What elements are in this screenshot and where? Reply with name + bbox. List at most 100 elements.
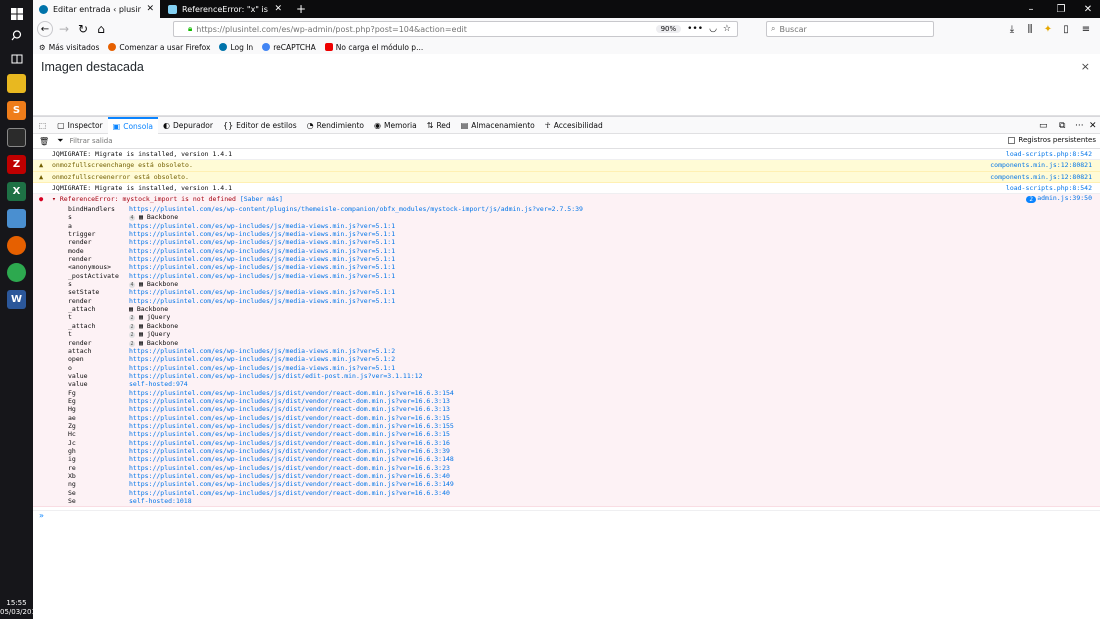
search-box[interactable]: ⌕ Buscar bbox=[766, 21, 934, 37]
stack-frame[interactable]: t 2 ▦ jQuery bbox=[68, 313, 583, 322]
frame-group[interactable]: ▦ Backbone bbox=[129, 305, 168, 313]
frame-location-link[interactable]: https://plusintel.com/es/wp-includes/js/… bbox=[129, 297, 395, 305]
filter-input[interactable] bbox=[69, 137, 370, 145]
frame-group[interactable]: 2 ▦ jQuery bbox=[129, 313, 170, 322]
sublime-text-icon[interactable]: S bbox=[7, 101, 26, 120]
frame-group[interactable]: 2 ▦ Backbone bbox=[129, 339, 178, 347]
new-tab-button[interactable]: + bbox=[291, 0, 311, 18]
extension-icon[interactable]: ✦ bbox=[1041, 21, 1055, 37]
error-source-link[interactable]: admin.js:39:50 bbox=[1037, 194, 1092, 202]
tab-editar-entrada[interactable]: Editar entrada ‹ plusintel — Wo ✕ bbox=[33, 0, 160, 18]
back-button[interactable]: ← bbox=[37, 21, 53, 37]
frame-location-link[interactable]: https://plusintel.com/es/wp-includes/js/… bbox=[129, 422, 454, 430]
frame-location-link[interactable]: https://plusintel.com/es/wp-includes/js/… bbox=[129, 272, 395, 280]
tab-depurador[interactable]: ◐ Depurador bbox=[158, 117, 218, 134]
stack-frame[interactable]: s 4 ▦ Backbone bbox=[68, 280, 583, 289]
stack-frame[interactable]: ig https://plusintel.com/es/wp-includes/j… bbox=[68, 455, 583, 463]
stack-frame[interactable]: Zg https://plusintel.com/es/wp-includes/j… bbox=[68, 422, 583, 430]
library-icon[interactable]: ⫼ bbox=[1023, 21, 1037, 37]
frame-group[interactable]: 2 ▦ jQuery bbox=[129, 330, 170, 339]
console-warning[interactable]: ▲ onmozfullscreenerror está obsoleto. co… bbox=[33, 171, 1100, 183]
forward-button[interactable]: → bbox=[56, 21, 72, 37]
frame-location-link[interactable]: https://plusintel.com/es/wp-includes/js/… bbox=[129, 355, 395, 363]
stack-frame[interactable]: _attach 2 ▦ Backbone bbox=[68, 322, 583, 330]
frame-location-link[interactable]: https://plusintel.com/es/wp-includes/js/… bbox=[129, 347, 395, 355]
chrome-icon[interactable] bbox=[7, 263, 26, 282]
frame-group[interactable]: 4 ▦ Backbone bbox=[129, 280, 178, 289]
tab-memoria[interactable]: ◉ Memoria bbox=[369, 117, 422, 134]
stack-frame[interactable]: attach https://plusintel.com/es/wp-includ… bbox=[68, 347, 583, 355]
word-icon[interactable]: W bbox=[7, 290, 26, 309]
sidebar-icon[interactable]: ▯ bbox=[1059, 21, 1073, 37]
stack-frame[interactable]: value self-hosted:974 bbox=[68, 380, 583, 388]
console-input[interactable]: » bbox=[33, 510, 1100, 522]
lock-icon[interactable]: 🔒︎ bbox=[188, 24, 192, 34]
frame-location-link[interactable]: https://plusintel.com/es/wp-includes/js/… bbox=[129, 480, 454, 488]
close-devtools-icon[interactable]: ✕ bbox=[1089, 117, 1097, 134]
frame-location-link[interactable]: https://plusintel.com/es/wp-includes/js/… bbox=[129, 364, 395, 372]
stack-frame[interactable]: Fg https://plusintel.com/es/wp-includes/j… bbox=[68, 389, 583, 397]
frame-location-link[interactable]: https://plusintel.com/es/wp-includes/js/… bbox=[129, 472, 450, 480]
stack-frame[interactable]: <anonymous> https://plusintel.com/es/wp-i… bbox=[68, 263, 583, 271]
frame-location-link[interactable]: https://plusintel.com/es/wp-includes/js/… bbox=[129, 455, 454, 463]
windows-start-icon[interactable] bbox=[7, 4, 26, 23]
firefox-icon[interactable] bbox=[7, 236, 26, 255]
frame-location-link[interactable]: https://plusintel.com/es/wp-includes/js/… bbox=[129, 222, 395, 230]
stack-frame[interactable]: Jc https://plusintel.com/es/wp-includes/j… bbox=[68, 439, 583, 447]
trash-icon[interactable]: 🗑︎ bbox=[39, 137, 49, 146]
stack-frame[interactable]: render https://plusintel.com/es/wp-includ… bbox=[68, 297, 583, 305]
console-message[interactable]: JQMIGRATE: Migrate is installed, version… bbox=[33, 183, 1100, 194]
bookmark-comenzar-firefox[interactable]: Comenzar a usar Firefox bbox=[108, 43, 210, 52]
frame-location-link[interactable]: self-hosted:1018 bbox=[129, 497, 192, 505]
learn-more-link[interactable]: [Saber más] bbox=[240, 195, 283, 203]
stack-frame[interactable]: Hc https://plusintel.com/es/wp-includes/j… bbox=[68, 430, 583, 438]
stack-frame[interactable]: Xb https://plusintel.com/es/wp-includes/j… bbox=[68, 472, 583, 480]
more-options-icon[interactable]: ··· bbox=[1075, 117, 1084, 134]
tab-almacenamiento[interactable]: ▤ Almacenamiento bbox=[456, 117, 540, 134]
stack-frame[interactable]: _attach ▦ Backbone bbox=[68, 305, 583, 313]
message-source-link[interactable]: load-scripts.php:8:542 bbox=[1006, 183, 1092, 194]
checkbox[interactable] bbox=[1008, 136, 1016, 144]
frame-location-link[interactable]: https://plusintel.com/es/wp-includes/js/… bbox=[129, 414, 450, 422]
frame-location-link[interactable]: https://plusintel.com/es/wp-content/plug… bbox=[129, 205, 583, 213]
frame-location-link[interactable]: https://plusintel.com/es/wp-includes/js/… bbox=[129, 489, 450, 497]
stack-frame[interactable]: setState https://plusintel.com/es/wp-incl… bbox=[68, 288, 583, 296]
system-clock[interactable]: 15:55 05/03/2019 bbox=[0, 599, 40, 617]
bookmark-mas-visitados[interactable]: ⚙ Más visitados bbox=[39, 43, 99, 52]
stack-frame[interactable]: open https://plusintel.com/es/wp-includes… bbox=[68, 355, 583, 363]
expand-arrow-icon[interactable]: ▾ bbox=[52, 195, 60, 203]
stack-frame[interactable]: t 2 ▦ jQuery bbox=[68, 330, 583, 339]
frame-location-link[interactable]: https://plusintel.com/es/wp-includes/js/… bbox=[129, 447, 450, 455]
search-icon[interactable] bbox=[7, 26, 26, 45]
stack-frame[interactable]: Eg https://plusintel.com/es/wp-includes/j… bbox=[68, 397, 583, 405]
task-view-icon[interactable] bbox=[7, 49, 26, 68]
frame-location-link[interactable]: self-hosted:974 bbox=[129, 380, 188, 388]
terminal-icon[interactable] bbox=[7, 128, 26, 147]
stack-frame[interactable]: mode https://plusintel.com/es/wp-includes… bbox=[68, 247, 583, 255]
stack-frame[interactable]: s 4 ▦ Backbone bbox=[68, 213, 583, 222]
home-button[interactable]: ⌂ bbox=[93, 21, 109, 37]
stack-frame[interactable]: bindHandlers https://plusintel.com/es/wp-… bbox=[68, 205, 583, 213]
page-actions-icon[interactable]: ••• bbox=[687, 24, 703, 34]
frame-location-link[interactable]: https://plusintel.com/es/wp-includes/js/… bbox=[129, 247, 395, 255]
zoom-indicator[interactable]: 90% bbox=[655, 25, 682, 33]
bookmark-recaptcha[interactable]: reCAPTCHA bbox=[262, 43, 316, 52]
close-icon[interactable]: ✕ bbox=[274, 4, 282, 14]
responsive-mode-icon[interactable]: ▭ bbox=[1039, 117, 1048, 134]
frame-location-link[interactable]: https://plusintel.com/es/wp-includes/js/… bbox=[129, 230, 395, 238]
stack-frame[interactable]: Hg https://plusintel.com/es/wp-includes/j… bbox=[68, 405, 583, 413]
stack-frame[interactable]: render 2 ▦ Backbone bbox=[68, 339, 583, 347]
dock-icon[interactable]: ⧉ bbox=[1059, 117, 1065, 134]
frame-location-link[interactable]: https://plusintel.com/es/wp-includes/js/… bbox=[129, 288, 395, 296]
element-picker-icon[interactable]: ⬚ bbox=[33, 117, 52, 134]
stack-frame[interactable]: Se self-hosted:1018 bbox=[68, 497, 583, 505]
persist-logs-toggle[interactable]: Registros persistentes bbox=[1008, 136, 1096, 144]
frame-location-link[interactable]: https://plusintel.com/es/wp-includes/js/… bbox=[129, 405, 450, 413]
bookmark-log-in[interactable]: Log In bbox=[219, 43, 253, 52]
tab-reference-error[interactable]: ReferenceError: "x" is not defined ✕ bbox=[162, 0, 288, 18]
url-bar[interactable]: 🔒︎ https://plusintel.com/es/wp-admin/pos… bbox=[173, 21, 738, 37]
frame-group[interactable]: 4 ▦ Backbone bbox=[129, 213, 178, 222]
filezilla-icon[interactable]: Z bbox=[7, 155, 26, 174]
bookmark-star-icon[interactable]: ☆ bbox=[723, 24, 731, 34]
frame-location-link[interactable]: https://plusintel.com/es/wp-includes/js/… bbox=[129, 430, 450, 438]
